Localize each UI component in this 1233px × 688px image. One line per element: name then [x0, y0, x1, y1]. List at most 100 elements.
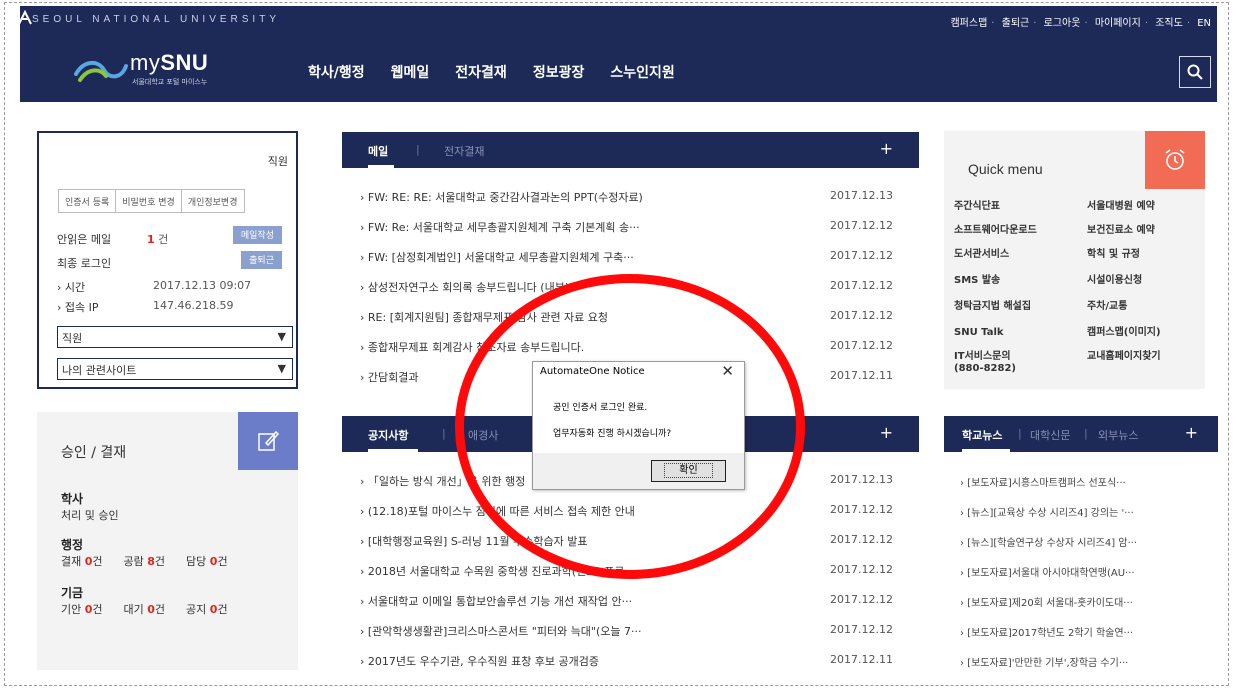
admin-item[interactable]: 공람 8건: [124, 555, 166, 568]
admin-item[interactable]: 담당 0건: [186, 555, 228, 568]
quick-menu-toggle[interactable]: [1145, 131, 1205, 189]
util-orgchart-link[interactable]: 조직도: [1155, 18, 1183, 29]
quick-menu-title: Quick menu: [968, 161, 1043, 177]
dialog-message-line1: 공인 인증서 로그인 완료.: [553, 403, 648, 413]
list-item[interactable]: › 2017년도 우수기관, 우수직원 표창 후보 공개검증 2017.12.11: [360, 653, 900, 673]
nav-info-plaza[interactable]: 정보광장: [533, 62, 585, 82]
list-item[interactable]: › 종합재무제표 회계감사 참조자료 송부드립니다. 2017.12.12: [360, 339, 900, 359]
role-select[interactable]: 직원 ▼: [57, 326, 293, 348]
account-button-row: 인증서 등록 비밀번호 변경 개인정보변경: [58, 189, 245, 213]
list-item[interactable]: › FW: Re: 서울대학교 세무총괄지원체계 구축 기본계획 송··· 201…: [360, 219, 900, 239]
admin-item[interactable]: 결재 0건: [61, 555, 103, 568]
register-cert-button[interactable]: 인증서 등록: [58, 189, 117, 213]
quick-link-homepage-finder[interactable]: 교내홈페이지찾기: [1087, 351, 1161, 363]
dialog-footer: 확인: [533, 453, 744, 489]
university-name: SEOUL NATIONAL UNIVERSITY: [32, 14, 280, 25]
util-campusmap-link[interactable]: 캠퍼스맵: [950, 18, 987, 29]
news-more-button[interactable]: +: [1185, 423, 1198, 442]
close-icon[interactable]: ✕: [721, 362, 734, 380]
quick-link-health-clinic[interactable]: 보건진료소 예약: [1087, 225, 1155, 237]
quick-menu-panel: Quick menu 주간식단표 소프트웨어다운로드 도서관서비스 SMS 발송…: [944, 131, 1205, 389]
list-item[interactable]: › RE: [회계지원팀] 종합재무제표 감사 관련 자료 요청 2017.12.…: [360, 309, 900, 329]
tab-mail[interactable]: 메일: [368, 143, 388, 159]
quick-link-it-service[interactable]: IT서비스문의 (880-8282): [954, 351, 1016, 375]
notice-more-button[interactable]: +: [880, 423, 893, 442]
list-item[interactable]: › 2018년 서울대학교 수목원 중학생 진로과학(진로) 프로 2017.12…: [360, 563, 900, 583]
quick-link-campus-map[interactable]: 캠퍼스맵(이미지): [1087, 327, 1161, 339]
tab-separator: |: [1084, 427, 1088, 440]
util-english-link[interactable]: EN: [1197, 18, 1211, 29]
tab-e-approval[interactable]: 전자결재: [444, 143, 484, 159]
academic-group[interactable]: 학사 처리 및 승인: [61, 490, 119, 523]
mysnu-logo-icon: [74, 61, 128, 82]
quick-link-parking[interactable]: 주차/교통: [1087, 301, 1127, 313]
edit-icon: [258, 430, 280, 451]
admin-group: 행정 결재 0건 공람 8건 담당 0건: [61, 538, 228, 568]
util-logout-link[interactable]: 로그아웃: [1044, 18, 1081, 29]
list-item[interactable]: › FW: [삼정회계법인] 서울대학교 세무총괄지원체계 구축··· 2017.…: [360, 249, 900, 269]
tab-notice[interactable]: 공지사항: [368, 427, 408, 443]
quick-link-snu-talk[interactable]: SNU Talk: [954, 327, 1004, 339]
unread-mail-label: 안읽은 메일: [57, 233, 112, 246]
quick-link-snuh-reservation[interactable]: 서울대병원 예약: [1087, 201, 1155, 213]
chevron-down-icon: ▼: [277, 362, 286, 375]
tab-campus-paper[interactable]: 대학신문: [1030, 427, 1070, 443]
list-item[interactable]: › [보도자료]제20회 서울대-홋카이도대···: [960, 594, 1133, 609]
list-item[interactable]: › [보도자료]시흥스마트캠퍼스 선포식···: [960, 474, 1126, 489]
ip-label: › 접속 IP: [57, 301, 99, 314]
quick-link-facility[interactable]: 시설이용신청: [1087, 275, 1142, 287]
tab-active-indicator: [962, 449, 1010, 452]
mail-tabbar: 메일 | 전자결재 +: [342, 132, 919, 168]
tab-school-news[interactable]: 학교뉴스: [962, 427, 1002, 443]
list-item[interactable]: › [뉴스][교육상 수상 시리즈4] 강의는 '···: [960, 504, 1134, 519]
site-header: SEOUL NATIONAL UNIVERSITY 캠퍼스맵 · 출퇴근 · 로그아…: [18, 6, 1217, 102]
list-item[interactable]: › [대학행정교육원] S-러닝 11월 우수학습자 발표 2017.12.12: [360, 533, 900, 553]
quick-link-sms[interactable]: SMS 발송: [954, 275, 1000, 287]
unread-mail-count[interactable]: 1 건: [147, 231, 168, 247]
dialog-message-line2: 업무자동화 진행 하시겠습니까?: [553, 429, 672, 439]
list-item[interactable]: › (12.18)포털 마이스누 점검에 따른 서비스 접속 제한 안내 2017…: [360, 503, 900, 523]
quick-link-weekly-menu[interactable]: 주간식단표: [954, 201, 1000, 213]
list-item[interactable]: › 서울대학교 이메일 통합보안솔루션 기능 개선 재작업 안··· 2017.1…: [360, 593, 900, 613]
list-item[interactable]: › [관악학생생활관]크리스마스콘서트 "피터와 늑대"(오늘 7··· 2017…: [360, 623, 900, 643]
compose-mail-button[interactable]: 메일작성: [232, 226, 282, 244]
nav-e-approval[interactable]: 전자결재: [455, 62, 507, 82]
quick-link-rules[interactable]: 학칙 및 규정: [1087, 249, 1140, 261]
tab-external-news[interactable]: 외부뉴스: [1098, 427, 1138, 443]
search-icon: [1187, 64, 1203, 80]
edit-profile-button[interactable]: 개인정보변경: [180, 189, 245, 213]
mail-more-button[interactable]: +: [880, 139, 893, 158]
util-commute-link[interactable]: 출퇴근: [1002, 18, 1030, 29]
nav-webmail[interactable]: 웹메일: [391, 62, 430, 82]
mysnu-logo[interactable]: mySNU 서울대학교 포털 마이스누: [74, 50, 244, 92]
fund-item[interactable]: 기안 0건: [61, 603, 103, 616]
fund-item[interactable]: 공지 0건: [186, 603, 228, 616]
approval-title: 승인 / 결재: [61, 445, 127, 461]
commute-button[interactable]: 출퇴근: [241, 251, 282, 269]
nav-snu-support[interactable]: 스누인지원: [610, 62, 674, 82]
tab-family-events[interactable]: 애경사: [468, 427, 498, 443]
list-item[interactable]: › 삼성전자연구소 회의록 송부드립니다 (내부) 2017.12.12: [360, 279, 900, 299]
approval-edit-button[interactable]: [238, 412, 298, 470]
search-button[interactable]: [1179, 56, 1211, 88]
quick-link-software-download[interactable]: 소프트웨어다운로드: [954, 225, 1037, 237]
chevron-down-icon: ▼: [277, 330, 286, 343]
quick-link-library[interactable]: 도서관서비스: [954, 249, 1009, 261]
login-info-panel: 직원 인증서 등록 비밀번호 변경 개인정보변경 안읽은 메일 1 건 메일작성…: [37, 131, 298, 389]
last-login-label: 최종 로그인: [57, 257, 112, 270]
list-item[interactable]: › [보도자료]2017학년도 2학기 학술연···: [960, 624, 1133, 639]
list-item[interactable]: › FW: RE: RE: 서울대학교 중간감사결과논의 PPT(수정자료) 20…: [360, 189, 900, 209]
fund-item[interactable]: 대기 0건: [124, 603, 166, 616]
quick-link-antigraft-guide[interactable]: 청탁금지법 해설집: [954, 301, 1031, 313]
list-item[interactable]: › [뉴스][학술연구상 수상자 시리즈4] 암···: [960, 534, 1137, 549]
time-label: › 시간: [57, 281, 86, 294]
ok-button[interactable]: 확인: [651, 460, 726, 482]
related-sites-select[interactable]: 나의 관련사이트 ▼: [57, 358, 293, 380]
util-mypage-link[interactable]: 마이페이지: [1095, 18, 1141, 29]
list-item[interactable]: › [보도자료]'만만한 기부',장학금 수기···: [960, 654, 1128, 669]
nav-academic-admin[interactable]: 학사/행정: [308, 62, 365, 82]
dialog-title: AutomateOne Notice: [540, 366, 645, 377]
change-password-button[interactable]: 비밀번호 변경: [115, 189, 182, 213]
fund-group: 기금 기안 0건 대기 0건 공지 0건: [61, 586, 228, 616]
list-item[interactable]: › [보도자료]서울대 아시아대학연맹(AU···: [960, 564, 1135, 579]
